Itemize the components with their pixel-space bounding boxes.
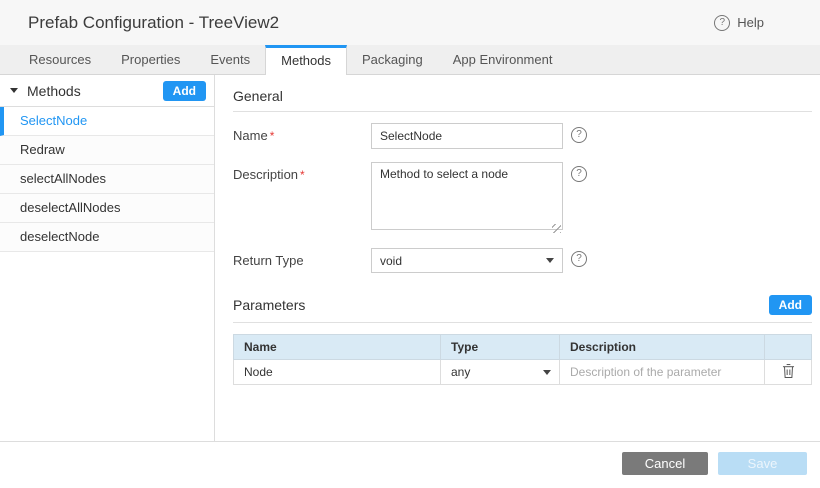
add-method-button[interactable]: Add (163, 81, 206, 101)
sidebar-section-label: Methods (27, 83, 163, 99)
parameter-type-value: any (451, 365, 470, 379)
tab-packaging[interactable]: Packaging (347, 45, 438, 74)
name-label: Name* (233, 123, 371, 143)
title-bar: Prefab Configuration - TreeView2 ? Help (0, 0, 820, 45)
return-type-label: Return Type (233, 248, 371, 268)
return-type-select[interactable]: void (371, 248, 563, 273)
column-header-name: Name (234, 335, 441, 360)
parameters-header-row: Name Type Description (234, 335, 812, 360)
parameter-name-input[interactable] (234, 360, 440, 384)
column-header-actions (765, 335, 812, 360)
parameter-type-select[interactable]: any (441, 360, 559, 384)
sidebar-item-selectallnodes[interactable]: selectAllNodes (0, 165, 214, 194)
sidebar-item-selectnode[interactable]: SelectNode (0, 107, 214, 136)
name-row: Name* ? (233, 123, 812, 149)
sidebar-methods-header[interactable]: Methods Add (0, 75, 214, 107)
help-button[interactable]: ? Help (714, 15, 792, 31)
general-section-header: General (233, 88, 812, 112)
sidebar-item-deselectallnodes[interactable]: deselectAllNodes (0, 194, 214, 223)
cancel-button[interactable]: Cancel (622, 452, 708, 475)
parameter-row: any (234, 360, 812, 385)
required-marker: * (300, 168, 305, 182)
general-heading: General (233, 88, 283, 104)
return-type-help-icon[interactable]: ? (571, 251, 587, 267)
collapse-caret-icon (10, 88, 18, 93)
sidebar-item-deselectnode[interactable]: deselectNode (0, 223, 214, 252)
dropdown-caret-icon (546, 258, 554, 263)
return-type-row: Return Type void ? (233, 248, 812, 273)
help-label: Help (737, 15, 764, 30)
parameter-description-input[interactable] (560, 360, 764, 384)
method-detail-panel: General Name* ? Description* Method to s… (215, 75, 820, 441)
return-type-value: void (380, 254, 402, 268)
description-textarea[interactable]: Method to select a node (371, 162, 563, 230)
sidebar-item-redraw[interactable]: Redraw (0, 136, 214, 165)
tab-methods[interactable]: Methods (265, 45, 347, 75)
page-title: Prefab Configuration - TreeView2 (28, 13, 279, 33)
description-label: Description* (233, 162, 371, 182)
parameters-section-header: Parameters Add (233, 295, 812, 323)
tab-resources[interactable]: Resources (14, 45, 106, 74)
help-icon: ? (714, 15, 730, 31)
save-button[interactable]: Save (718, 452, 807, 475)
name-help-icon[interactable]: ? (571, 127, 587, 143)
dropdown-caret-icon (543, 370, 551, 375)
methods-sidebar: Methods Add SelectNode Redraw selectAllN… (0, 75, 215, 441)
required-marker: * (270, 129, 275, 143)
column-header-type: Type (441, 335, 560, 360)
column-header-description: Description (560, 335, 765, 360)
tab-properties[interactable]: Properties (106, 45, 195, 74)
parameters-section: Parameters Add Name Type Description (233, 295, 812, 385)
tab-events[interactable]: Events (195, 45, 265, 74)
trash-icon (781, 363, 796, 379)
parameters-heading: Parameters (233, 297, 305, 313)
add-parameter-button[interactable]: Add (769, 295, 812, 315)
tab-bar: Resources Properties Events Methods Pack… (0, 45, 820, 75)
delete-parameter-button[interactable] (781, 363, 796, 384)
main-area: Methods Add SelectNode Redraw selectAllN… (0, 75, 820, 441)
tab-app-environment[interactable]: App Environment (438, 45, 568, 74)
description-help-icon[interactable]: ? (571, 166, 587, 182)
description-row: Description* Method to select a node ? (233, 162, 812, 235)
footer-bar: Cancel Save (0, 441, 820, 488)
name-input[interactable] (371, 123, 563, 149)
parameters-table: Name Type Description any (233, 334, 812, 385)
